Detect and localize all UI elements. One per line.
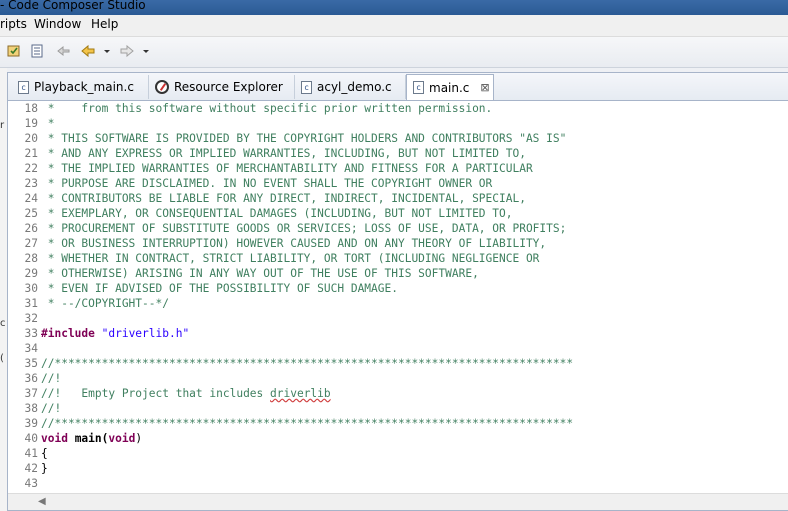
line-number: 40 <box>24 432 38 445</box>
line-number: 27 <box>24 237 38 250</box>
line-number: 28 <box>24 252 38 265</box>
globe-icon <box>155 80 169 94</box>
back-dropdown-icon[interactable] <box>102 43 112 59</box>
left-edge-mark: r <box>0 120 5 131</box>
line-text: * OR BUSINESS INTERRUPTION) HOWEVER CAUS… <box>41 237 547 250</box>
tab-label: Resource Explorer <box>174 80 283 94</box>
line-text: * OTHERWISE) ARISING IN ANY WAY OUT OF T… <box>41 267 479 280</box>
line-text: * --/COPYRIGHT--*/ <box>41 297 169 310</box>
tab-label: Playback_main.c <box>34 80 134 94</box>
line-number: 21 <box>24 147 38 160</box>
tab-main-c[interactable]: c main.c ⊠ <box>406 74 494 100</box>
line-number: 41 <box>24 447 38 460</box>
line-number: 32 <box>24 312 38 325</box>
line-text: * EXEMPLARY, OR CONSEQUENTIAL DAMAGES (I… <box>41 207 513 220</box>
line-number: 26 <box>24 222 38 235</box>
forward-arrow-icon[interactable] <box>119 43 135 59</box>
line-text: //! <box>41 372 62 385</box>
line-number: 20 <box>24 132 38 145</box>
line-number: 30 <box>24 282 38 295</box>
line-number: 35 <box>24 357 38 370</box>
line-number: 36 <box>24 372 38 385</box>
line-text: * THE IMPLIED WARRANTIES OF MERCHANTABIL… <box>41 162 533 175</box>
left-panel-edge: r c ( <box>0 68 7 511</box>
back-arrow-icon[interactable] <box>80 43 96 59</box>
c-file-icon: c <box>301 80 312 94</box>
line-text: //**************************************… <box>41 417 574 430</box>
line-number: 38 <box>24 402 38 415</box>
menu-window[interactable]: Window <box>34 17 81 31</box>
tab-label: acyl_demo.c <box>317 80 392 94</box>
line-number: 24 <box>24 192 38 205</box>
line-text: * PROCUREMENT OF SUBSTITUTE GOODS OR SER… <box>41 222 567 235</box>
c-file-icon: c <box>413 81 424 94</box>
line-number: 22 <box>24 162 38 175</box>
tab-label: main.c <box>429 80 470 95</box>
line-number: 39 <box>24 417 38 430</box>
line-text: * CONTRIBUTORS BE LIABLE FOR ANY DIRECT,… <box>41 192 526 205</box>
line-number: 43 <box>24 477 38 490</box>
line-number: 23 <box>24 177 38 190</box>
tab-playback-main[interactable]: c Playback_main.c <box>12 75 149 99</box>
line-number: 29 <box>24 267 38 280</box>
close-tab-icon[interactable]: ⊠ <box>480 81 489 94</box>
tab-resource-explorer[interactable]: Resource Explorer <box>149 75 295 99</box>
line-number: 37 <box>24 387 38 400</box>
line-text: * <box>41 117 55 130</box>
line-text: * from this software without specific pr… <box>41 102 493 115</box>
code-area[interactable]: 18 * from this software without specific… <box>8 100 788 492</box>
last-edit-icon[interactable] <box>55 43 71 59</box>
editor-tab-bar: c Playback_main.c Resource Explorer c ac… <box>8 73 788 101</box>
line-number: 31 <box>24 297 38 310</box>
menu-bar: ripts Window Help <box>0 15 788 37</box>
main-toolbar <box>0 37 788 68</box>
forward-dropdown-icon[interactable] <box>141 43 151 59</box>
line-number: 34 <box>24 342 38 355</box>
line-text: { <box>41 447 48 460</box>
line-number: 25 <box>24 207 38 220</box>
line-text: //**************************************… <box>41 357 574 370</box>
menu-help[interactable]: Help <box>91 17 118 31</box>
c-file-icon: c <box>18 80 29 94</box>
code-editor: c Playback_main.c Resource Explorer c ac… <box>7 72 788 511</box>
open-task-icon[interactable] <box>6 43 22 59</box>
menu-scripts[interactable]: ripts <box>0 17 27 31</box>
tab-acyl-demo[interactable]: c acyl_demo.c <box>295 75 406 99</box>
line-number: 18 <box>24 102 38 115</box>
line-text: } <box>41 462 48 475</box>
line-text: //! <box>41 402 62 415</box>
line-text: * THIS SOFTWARE IS PROVIDED BY THE COPYR… <box>41 132 567 145</box>
line-text: #include "driverlib.h" <box>41 327 190 340</box>
line-text: void main(void) <box>41 432 143 445</box>
line-text: //! Empty Project that includes driverli… <box>41 387 331 400</box>
line-number: 42 <box>24 462 38 475</box>
line-text: * AND ANY EXPRESS OR IMPLIED WARRANTIES,… <box>41 147 526 160</box>
left-edge-mark: c <box>0 318 6 329</box>
line-number: 33 <box>24 327 38 340</box>
line-text: * PURPOSE ARE DISCLAIMED. IN NO EVENT SH… <box>41 177 493 190</box>
scroll-left-icon[interactable]: ◀ <box>38 496 46 507</box>
line-number: 19 <box>24 117 38 130</box>
line-text: * WHETHER IN CONTRACT, STRICT LIABILITY,… <box>41 252 540 265</box>
horizontal-scrollbar[interactable]: ◀ <box>8 493 788 510</box>
line-text: * EVEN IF ADVISED OF THE POSSIBILITY OF … <box>41 282 398 295</box>
window-title: - Code Composer Studio <box>0 0 146 12</box>
left-edge-mark: ( <box>0 353 4 364</box>
window-titlebar: - Code Composer Studio <box>0 0 788 15</box>
document-icon[interactable] <box>29 43 45 59</box>
